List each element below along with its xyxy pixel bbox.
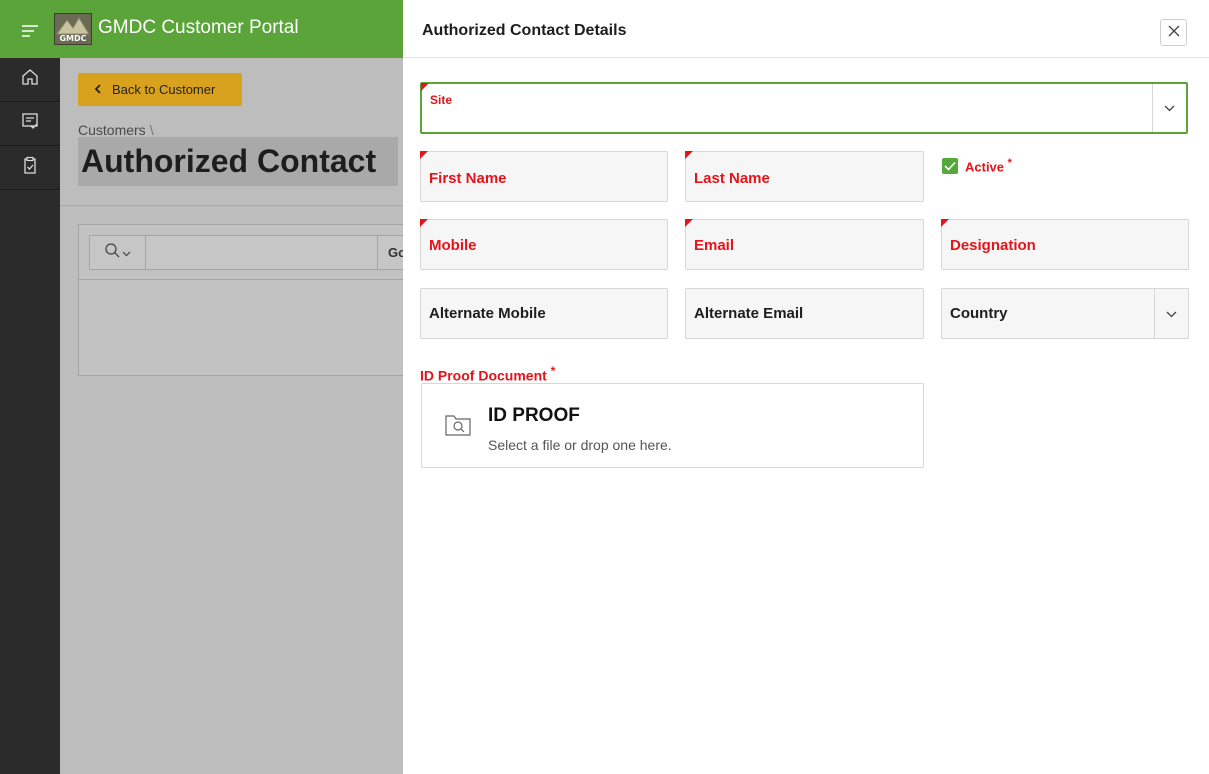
back-button-label: Back to Customer <box>112 82 216 97</box>
required-indicator <box>685 219 693 227</box>
breadcrumb-separator: \ <box>149 122 154 138</box>
app-title[interactable]: GMDC Customer Portal <box>98 17 299 39</box>
site-label: Site <box>430 93 453 107</box>
close-button[interactable] <box>1160 19 1187 46</box>
nav-item-home[interactable] <box>0 58 60 102</box>
active-checkbox[interactable] <box>942 157 958 174</box>
close-icon <box>1168 24 1180 42</box>
active-label-text: Active <box>965 159 1005 175</box>
required-indicator <box>685 151 693 159</box>
hamburger-icon[interactable] <box>22 24 38 42</box>
first-name-label: First Name <box>429 170 507 187</box>
designation-field[interactable]: Designation <box>941 219 1189 270</box>
site-select[interactable]: Site <box>420 82 1188 134</box>
alternate-mobile-label: Alternate Mobile <box>429 305 546 322</box>
required-asterisk: * <box>550 364 556 378</box>
country-select[interactable]: Country <box>941 288 1189 339</box>
site-dropdown-toggle[interactable] <box>1152 84 1186 132</box>
logo-text: GMDC <box>59 34 87 43</box>
dropzone-title: ID PROOF <box>488 405 580 426</box>
id-proof-label: ID Proof Document * <box>420 364 555 384</box>
report-region: Go <box>78 224 419 376</box>
mobile-field[interactable]: Mobile <box>420 219 668 270</box>
breadcrumb-customers[interactable]: Customers <box>78 122 146 138</box>
designation-label: Designation <box>950 237 1036 254</box>
mobile-label: Mobile <box>429 237 477 254</box>
chevron-down-icon <box>1164 99 1175 117</box>
active-toggle[interactable]: Active * <box>942 157 1012 174</box>
first-name-field[interactable]: First Name <box>420 151 668 202</box>
required-indicator <box>941 219 949 227</box>
alternate-email-field[interactable]: Alternate Email <box>685 288 924 339</box>
chevron-down-icon <box>122 244 131 262</box>
email-label: Email <box>694 237 735 254</box>
home-icon <box>20 67 40 92</box>
required-indicator <box>421 83 429 91</box>
nav-rail <box>0 0 60 774</box>
id-proof-label-text: ID Proof Document <box>420 367 547 384</box>
required-indicator <box>420 151 428 159</box>
email-field[interactable]: Email <box>685 219 924 270</box>
drawer-title: Authorized Contact Details <box>422 22 627 39</box>
breadcrumb: Customers \ <box>78 122 154 138</box>
chevron-left-icon <box>94 82 102 97</box>
page-title: Authorized Contact <box>78 137 398 186</box>
last-name-label: Last Name <box>694 170 770 187</box>
gmdc-logo: GMDC <box>54 13 92 45</box>
menu-toggle[interactable] <box>0 0 60 58</box>
alternate-email-label: Alternate Email <box>694 305 804 322</box>
checklist-icon <box>20 111 40 136</box>
chevron-down-icon <box>1166 305 1177 323</box>
report-divider <box>79 279 419 280</box>
page-content: Back to Customer Customers \ Authorized C… <box>60 58 419 774</box>
country-dropdown-toggle[interactable] <box>1154 289 1188 338</box>
nav-item-checklist[interactable] <box>0 102 60 146</box>
search-bar: Go <box>89 235 419 270</box>
app-header: GMDC GMDC Customer Portal <box>54 0 403 58</box>
required-asterisk: * <box>1007 157 1012 169</box>
divider <box>60 205 403 206</box>
search-column-selector[interactable] <box>90 236 146 269</box>
id-proof-dropzone[interactable]: ID PROOF Select a file or drop one here. <box>421 383 924 468</box>
nav-item-tasks[interactable] <box>0 146 60 190</box>
required-indicator <box>420 219 428 227</box>
contact-details-drawer: Authorized Contact Details Site First Na… <box>403 0 1209 774</box>
search-input[interactable] <box>147 236 376 269</box>
alternate-mobile-field[interactable]: Alternate Mobile <box>420 288 668 339</box>
drawer-header: Authorized Contact Details <box>403 0 1209 58</box>
folder-search-icon <box>444 410 472 443</box>
last-name-field[interactable]: Last Name <box>685 151 924 202</box>
dropzone-hint: Select a file or drop one here. <box>488 437 672 453</box>
search-icon <box>104 242 120 263</box>
active-label: Active * <box>965 157 1012 174</box>
clipboard-check-icon <box>20 155 40 180</box>
back-to-customer-button[interactable]: Back to Customer <box>78 73 242 106</box>
country-label: Country <box>950 305 1008 322</box>
